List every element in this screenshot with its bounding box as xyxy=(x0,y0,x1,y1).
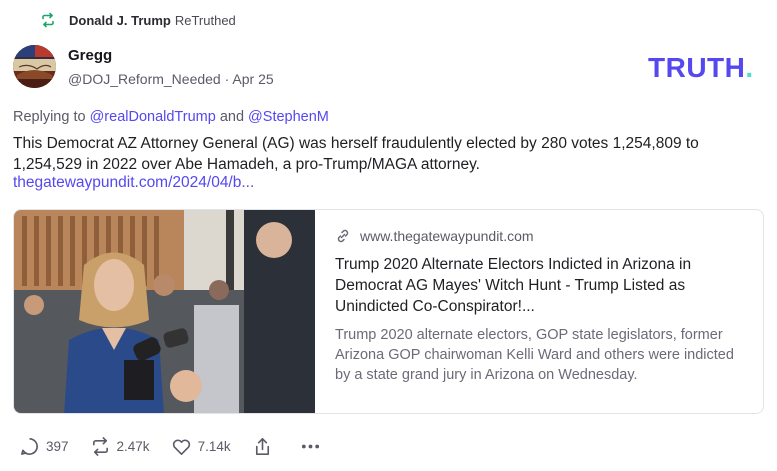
post-link[interactable]: thegatewaypundit.com/2024/04/b... xyxy=(13,174,254,192)
replying-to-joiner: and xyxy=(219,109,245,125)
avatar[interactable] xyxy=(13,45,56,88)
share-icon xyxy=(255,438,269,455)
truth-social-logo: TRUTH. xyxy=(648,52,754,83)
like-icon xyxy=(172,439,190,455)
retruth-button[interactable]: 2.47k xyxy=(90,436,150,457)
retruth-action-icon xyxy=(92,437,108,456)
link-preview-description: Trump 2020 alternate electors, GOP state… xyxy=(335,327,734,383)
retruth-count: 2.47k xyxy=(116,439,150,454)
retruth-author-name[interactable]: Donald J. Trump xyxy=(69,13,171,28)
like-button[interactable]: 7.14k xyxy=(171,436,231,457)
author-display-name[interactable]: Gregg xyxy=(68,47,112,64)
retruth-icon xyxy=(42,12,54,28)
link-preview-domain-text: www.thegatewaypundit.com xyxy=(360,228,534,244)
link-preview-title[interactable]: Trump 2020 Alternate Electors Indicted i… xyxy=(335,254,739,317)
reply-button[interactable]: 397 xyxy=(19,436,69,457)
post-text: This Democrat AZ Attorney General (AG) w… xyxy=(13,135,699,173)
author-handle-date[interactable]: @DOJ_Reform_Needed · Apr 25 xyxy=(68,71,274,87)
link-preview-card[interactable]: www.thegatewaypundit.com Trump 2020 Alte… xyxy=(13,209,764,414)
like-count: 7.14k xyxy=(197,439,231,454)
mention-link[interactable]: @StephenM xyxy=(248,109,329,125)
reply-count: 397 xyxy=(46,439,69,454)
reply-icon xyxy=(21,438,38,455)
replying-to: Replying to @realDonaldTrump and @Stephe… xyxy=(13,109,329,125)
post-action-bar: 397 2.47k 7.14k xyxy=(19,436,348,457)
retruth-label: ReTruthed xyxy=(174,12,236,28)
link-preview-domain: www.thegatewaypundit.com xyxy=(335,228,739,244)
mention-link[interactable]: @realDonaldTrump xyxy=(90,109,216,125)
more-icon xyxy=(301,444,319,449)
link-icon xyxy=(337,229,349,243)
replying-to-label: Replying to xyxy=(13,109,86,125)
link-preview-image xyxy=(14,210,315,413)
more-options-button[interactable] xyxy=(300,436,327,457)
retruth-header: Donald J. Trump ReTruthed xyxy=(40,11,236,29)
share-button[interactable] xyxy=(252,436,279,457)
